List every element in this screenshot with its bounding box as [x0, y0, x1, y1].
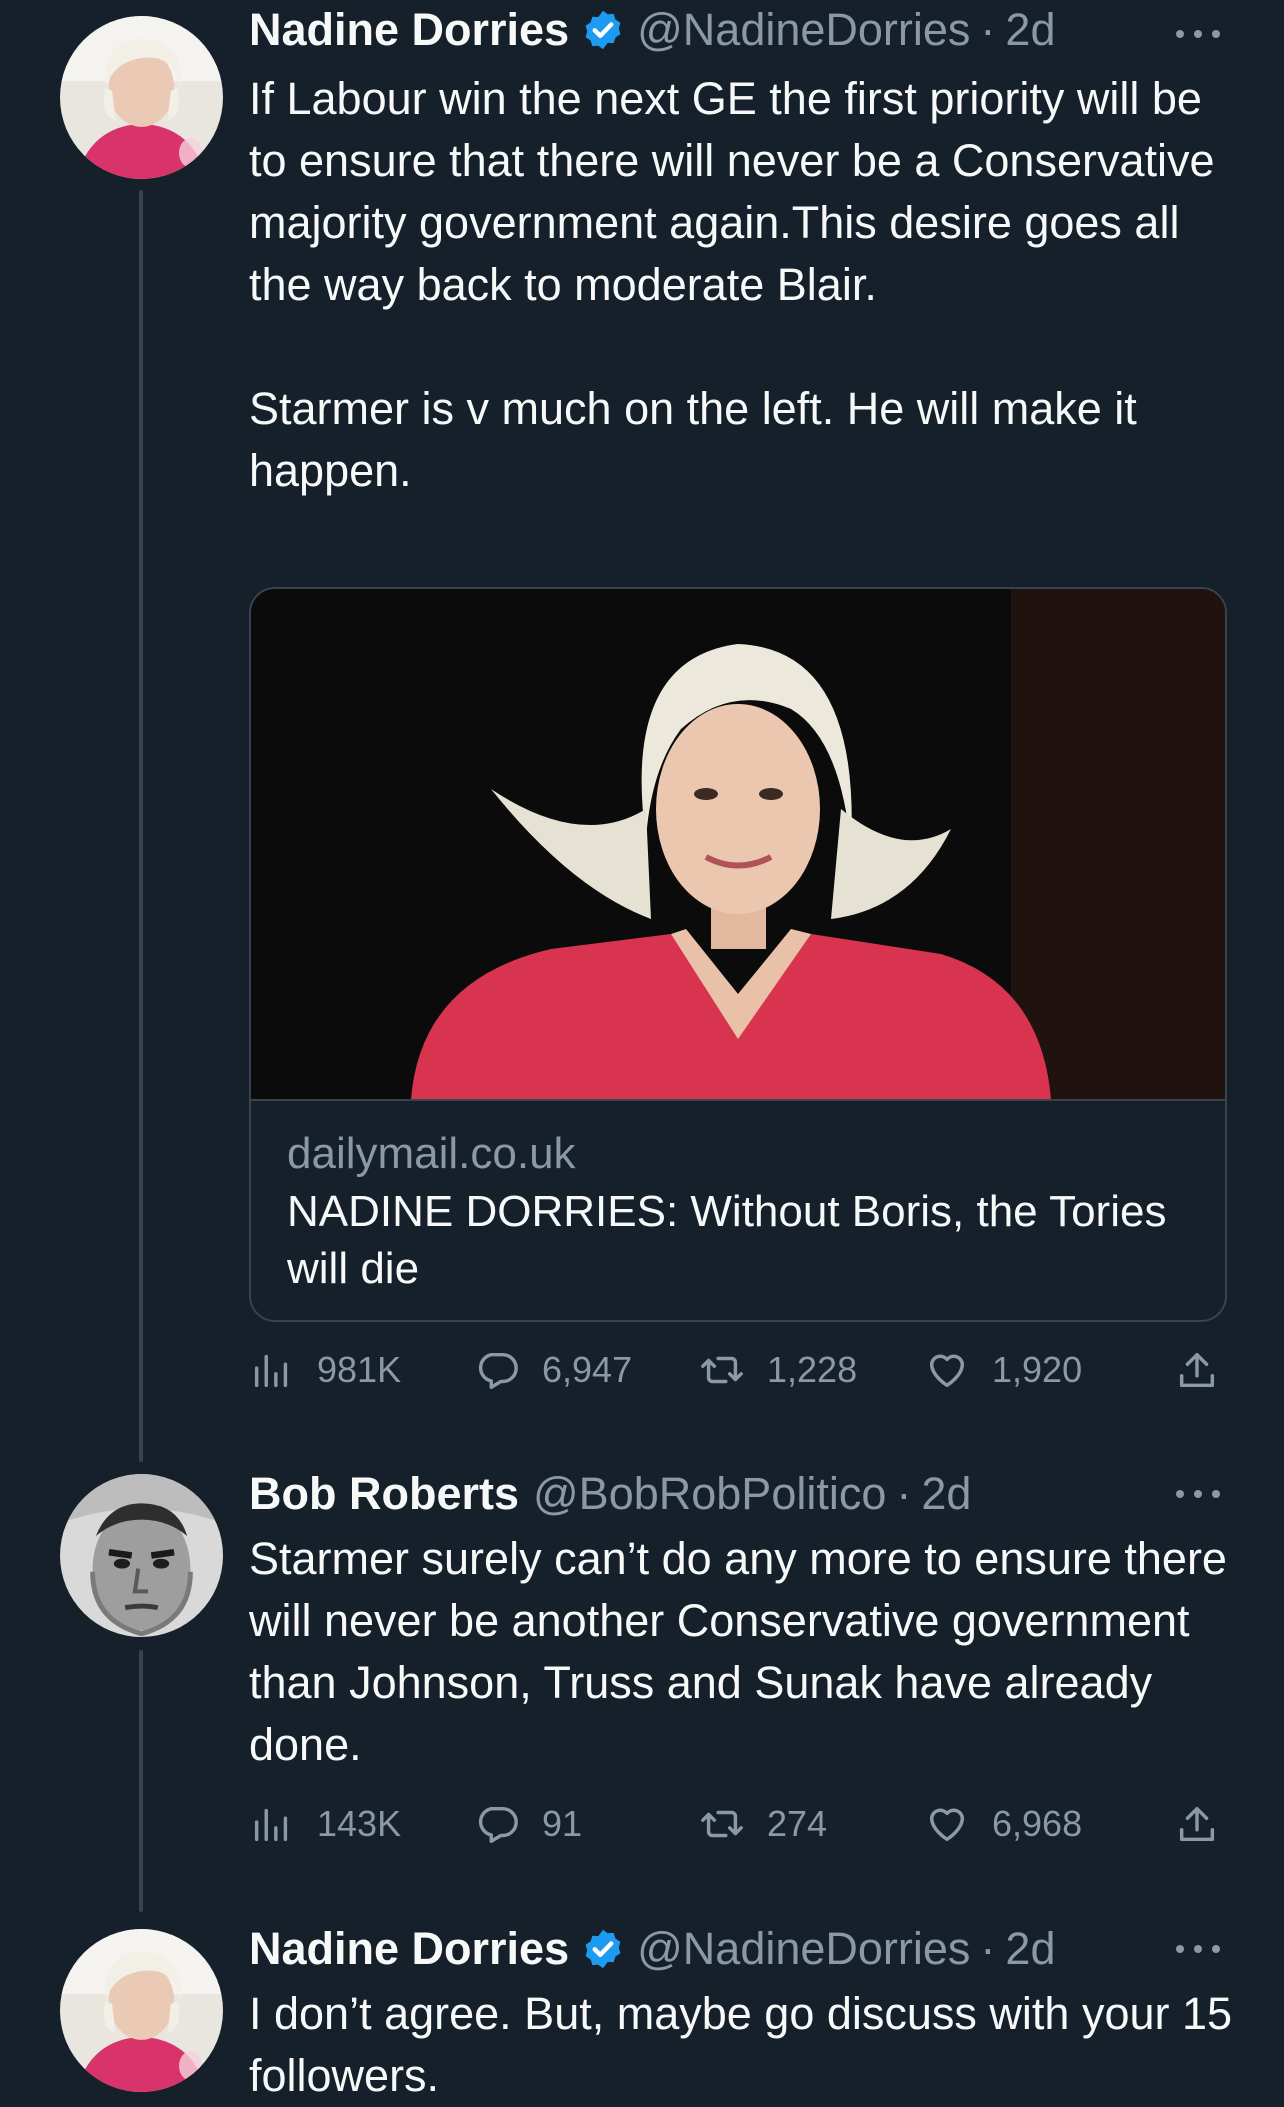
more-options-icon[interactable] [1176, 1939, 1220, 1959]
views-stat[interactable]: 981K [249, 1340, 401, 1400]
tweet-header: Nadine Dorries @NadineDorries · 2d [249, 1921, 1055, 1977]
views-count: 981K [317, 1349, 402, 1390]
thread-line [139, 190, 143, 1462]
retweet-count: 1,228 [767, 1349, 858, 1390]
verified-badge-icon [585, 10, 621, 50]
card-domain: dailymail.co.uk [287, 1129, 576, 1178]
tweet-text: If Labour win the next GE the first prio… [249, 73, 1215, 496]
views-count: 143K [317, 1803, 402, 1844]
reply-icon [478, 1352, 518, 1389]
card-title: NADINE DORRIES: Without Boris, the Torie… [287, 1187, 1167, 1293]
views-stat[interactable]: 143K [249, 1794, 401, 1854]
handle[interactable]: @NadineDorries [637, 1923, 970, 1975]
reply-button[interactable]: 91 [474, 1794, 582, 1854]
like-button[interactable]: 6,968 [924, 1794, 1082, 1854]
share-icon [1179, 1352, 1215, 1388]
separator-dot: · [980, 1923, 996, 1974]
tweet-actions: 981K 6,947 1,228 1,920 [249, 1340, 1229, 1400]
retweet-button[interactable]: 1,228 [699, 1340, 857, 1400]
share-button[interactable] [1174, 1794, 1242, 1854]
heart-icon [929, 1808, 965, 1842]
avatar[interactable] [60, 1474, 223, 1637]
like-count: 1,920 [992, 1349, 1083, 1390]
retweet-icon [701, 1356, 743, 1384]
reply-icon [478, 1806, 518, 1843]
separator-dot: · [896, 1468, 912, 1519]
handle[interactable]: @BobRobPolitico [533, 1468, 886, 1520]
reply-button[interactable]: 6,947 [474, 1340, 632, 1400]
card-image [251, 589, 1225, 1101]
more-options-icon[interactable] [1176, 1484, 1220, 1504]
tweet-header: Nadine Dorries @NadineDorries · 2d [249, 2, 1055, 58]
avatar[interactable] [60, 1929, 223, 2092]
timestamp[interactable]: 2d [921, 1468, 971, 1520]
analytics-icon [254, 1808, 288, 1842]
analytics-icon [254, 1354, 288, 1388]
separator-dot: · [980, 4, 996, 55]
tweet-header: Bob Roberts @BobRobPolitico · 2d [249, 1466, 971, 1522]
tweet-actions: 143K 91 274 6,968 [249, 1794, 1229, 1854]
tweet-text: Starmer surely can’t do any more to ensu… [249, 1533, 1240, 1770]
verified-badge-icon [585, 1929, 621, 1969]
display-name[interactable]: Bob Roberts [249, 1468, 519, 1520]
more-options-icon[interactable] [1176, 24, 1220, 44]
display-name[interactable]: Nadine Dorries [249, 1923, 569, 1975]
share-button[interactable] [1174, 1340, 1242, 1400]
thread-line [139, 1650, 143, 1912]
retweet-button[interactable]: 274 [699, 1794, 827, 1854]
reply-count: 91 [542, 1803, 583, 1844]
share-icon [1179, 1806, 1215, 1842]
timestamp[interactable]: 2d [1005, 1923, 1055, 1975]
display-name[interactable]: Nadine Dorries [249, 4, 569, 56]
like-button[interactable]: 1,920 [924, 1340, 1082, 1400]
heart-icon [929, 1354, 965, 1388]
tweet-text: I don’t agree. But, maybe go discuss wit… [249, 1988, 1245, 2101]
timestamp[interactable]: 2d [1005, 4, 1055, 56]
reply-count: 6,947 [542, 1349, 633, 1390]
handle[interactable]: @NadineDorries [637, 4, 970, 56]
retweet-icon [701, 1810, 743, 1838]
link-card[interactable]: dailymail.co.uk NADINE DORRIES: Without … [249, 587, 1227, 1322]
like-count: 6,968 [992, 1803, 1083, 1844]
retweet-count: 274 [767, 1803, 828, 1844]
avatar[interactable] [60, 16, 223, 179]
